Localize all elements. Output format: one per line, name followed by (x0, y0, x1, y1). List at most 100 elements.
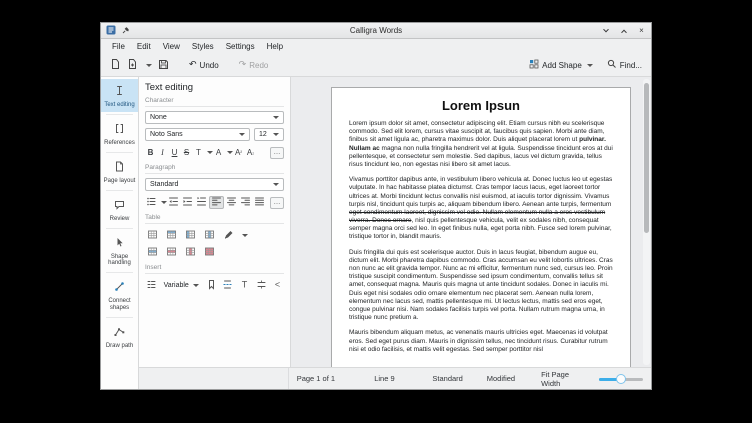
chevron-down-icon (146, 63, 152, 67)
merge-cells-button[interactable] (202, 229, 216, 243)
document-paragraph[interactable]: Vivamus porttitor dapibus ante, in vesti… (349, 176, 613, 242)
delete-table-button[interactable] (202, 246, 216, 260)
list-style-button-dropdown[interactable] (159, 196, 167, 209)
vertical-scrollbar[interactable] (643, 79, 650, 365)
insert-special-char-button[interactable]: < (271, 279, 284, 293)
font-color-button-dropdown[interactable] (225, 146, 233, 159)
strikethrough-button[interactable]: S (181, 146, 192, 159)
paragraph-style-select[interactable]: Standard (145, 178, 284, 191)
subscript-button[interactable]: A₂ (245, 146, 256, 159)
align-left-icon (211, 196, 222, 209)
insert-spacing-icon (256, 277, 267, 295)
superscript-button[interactable]: A² (233, 146, 244, 159)
font-color-button[interactable]: A (213, 146, 224, 159)
align-left-button[interactable] (209, 196, 224, 209)
align-center-button[interactable] (225, 196, 238, 209)
text-position-button[interactable]: T (193, 146, 204, 159)
insert-page-break-button[interactable] (221, 279, 234, 293)
sidebar-tab-review[interactable]: Review (101, 193, 138, 226)
paragraph-more-button[interactable]: … (270, 196, 284, 209)
font-family-value: Noto Sans (150, 131, 183, 138)
sidebar-tab-shape-handling[interactable]: Shape handling (101, 231, 138, 271)
border-pen-button[interactable] (221, 229, 235, 243)
font-family-select[interactable]: Noto Sans (145, 128, 250, 141)
align-right-button[interactable] (239, 196, 252, 209)
page-indicator[interactable]: Page 1 of 1 (297, 374, 367, 383)
zoom-slider[interactable] (598, 373, 643, 384)
close-icon[interactable]: × (637, 26, 646, 35)
font-size-select[interactable]: 12 (254, 128, 284, 141)
insert-index-button[interactable] (145, 279, 158, 293)
insert-column-button[interactable] (183, 229, 197, 243)
variable-dropdown[interactable]: Variable (162, 282, 201, 289)
undo-button[interactable]: ↶ Undo (186, 59, 222, 72)
list-style-button[interactable] (145, 196, 158, 209)
sidebar-tab-draw-path[interactable]: Draw path (101, 320, 138, 353)
save-button[interactable] (155, 57, 172, 74)
document-page[interactable]: Lorem Ipsun Lorem ipsum dolor sit amet, … (331, 87, 631, 367)
insert-row-icon (166, 227, 177, 245)
statusbar: Page 1 of 1 Line 9 Standard Modified Fit… (139, 367, 651, 389)
open-recent-dropdown[interactable] (141, 62, 155, 69)
insert-bookmark-icon (206, 277, 217, 295)
add-shape-button[interactable]: Add Shape (526, 57, 596, 73)
align-right-icon (240, 196, 251, 209)
sidebar-tab-connect-shapes[interactable]: Connect shapes (101, 275, 138, 315)
insert-spacing-button[interactable] (255, 279, 268, 293)
zoom-mode-label[interactable]: Fit Page Width (541, 370, 588, 388)
border-pen-button-dropdown[interactable] (240, 229, 248, 242)
font-size-value: 12 (259, 131, 267, 138)
menu-settings[interactable]: Settings (221, 41, 260, 52)
first-line-indent-button[interactable] (195, 196, 208, 209)
indent-less-icon (168, 196, 179, 209)
titlebar[interactable]: Calligra Words × (101, 23, 651, 39)
app-icon (106, 22, 116, 40)
menu-styles[interactable]: Styles (187, 41, 219, 52)
indent-more-button[interactable] (181, 196, 194, 209)
bold-button[interactable]: B (145, 146, 156, 159)
sidebar-tab-page-layout[interactable]: Page layout (101, 155, 138, 188)
insert-toc-icon (146, 277, 157, 295)
new-document-button[interactable] (107, 56, 124, 74)
sidebar-tab-references[interactable]: References (101, 117, 138, 150)
insert-text-button[interactable]: T (238, 279, 251, 293)
indent-less-button[interactable] (167, 196, 180, 209)
sidebar-tab-text-editing[interactable]: Text editing (101, 79, 138, 112)
insert-bookmark-button[interactable] (205, 279, 218, 293)
svg-text:T: T (242, 279, 248, 289)
style-indicator[interactable]: Standard (432, 374, 478, 383)
italic-button[interactable]: I (157, 146, 168, 159)
open-document-button[interactable] (124, 56, 141, 74)
zoom-slider-handle[interactable] (615, 373, 626, 384)
insert-section-label: Insert (145, 264, 284, 274)
menu-file[interactable]: File (107, 41, 130, 52)
insert-table-button[interactable] (145, 229, 159, 243)
maximize-icon[interactable] (619, 26, 628, 35)
menu-view[interactable]: View (158, 41, 185, 52)
text-position-button-dropdown[interactable] (205, 146, 213, 159)
document-paragraph[interactable]: Mauris bibendum aliquam metus, ac venena… (349, 329, 613, 354)
split-cells-button[interactable] (145, 246, 159, 260)
underline-button[interactable]: U (169, 146, 180, 159)
character-more-button[interactable]: … (270, 146, 284, 159)
delete-row-button[interactable] (164, 246, 178, 260)
pin-icon[interactable] (121, 22, 130, 40)
insert-page-break-icon (222, 277, 233, 295)
redo-button[interactable]: ↷ Redo (236, 59, 272, 72)
scrollbar-thumb[interactable] (644, 83, 649, 233)
document-paragraph[interactable]: Lorem ipsum dolor sit amet, consectetur … (349, 120, 613, 169)
delete-column-button[interactable] (183, 246, 197, 260)
document-paragraph[interactable]: Duis fringilla dui quis est scelerisque … (349, 249, 613, 323)
document-area[interactable]: Lorem Ipsun Lorem ipsum dolor sit amet, … (291, 77, 651, 367)
border-pen-icon (223, 227, 234, 245)
insert-row-button[interactable] (164, 229, 178, 243)
page-layout-icon (114, 159, 125, 177)
find-button[interactable]: Find... (604, 57, 645, 73)
menu-edit[interactable]: Edit (132, 41, 156, 52)
character-style-select[interactable]: None (145, 111, 284, 124)
align-justify-button[interactable] (253, 196, 266, 209)
panel-title: Text editing (145, 82, 194, 93)
shape-handling-icon (114, 235, 125, 253)
menu-help[interactable]: Help (262, 41, 288, 52)
minimize-icon[interactable] (601, 26, 610, 35)
